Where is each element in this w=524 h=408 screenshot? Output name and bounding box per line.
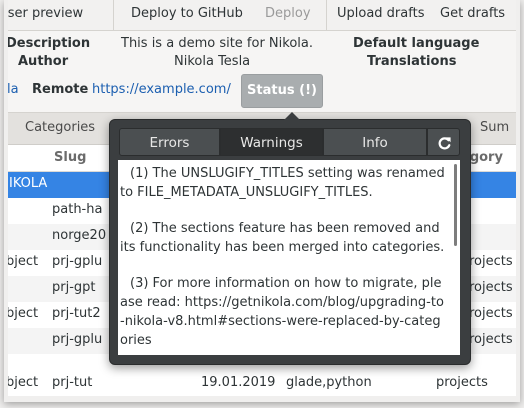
status-button[interactable]: Status (!) xyxy=(241,74,323,108)
table-row[interactable]: bject prj-tut 19.01.2019 glade,python pr… xyxy=(8,371,516,396)
row-date: 19.01.2019 xyxy=(201,375,276,390)
row-category: rojects xyxy=(469,306,513,321)
warning-message-3: (3) For more information on how to migra… xyxy=(120,276,444,348)
tab-summary[interactable]: Sum xyxy=(480,120,509,135)
row-type: bject xyxy=(8,254,39,269)
toolbar: vser preview Deploy to GitHub Deploy Upl… xyxy=(8,0,516,31)
warning-message-1: (1) The UNSLUGIFY_TITLES setting was ren… xyxy=(120,166,445,200)
column-header-slug[interactable]: Slug xyxy=(54,150,86,165)
default-language-label: Default language xyxy=(353,36,480,51)
row-slug: prj-gplu xyxy=(52,254,103,269)
row-slug: IKOLA xyxy=(9,176,48,191)
toolbar-separator xyxy=(326,0,327,30)
upload-drafts-button[interactable]: Upload drafts xyxy=(337,6,424,21)
site-link[interactable]: la xyxy=(8,82,19,97)
row-category: rojects xyxy=(469,332,513,347)
row-slug: prj-tut2 xyxy=(52,306,101,321)
row-slug: path-ha xyxy=(52,202,103,217)
status-popover: Errors Warnings Info (1) The UNSLUGIFY_T… xyxy=(109,112,471,365)
toolbar-separator xyxy=(113,0,114,30)
row-slug: norge20 xyxy=(52,228,107,243)
get-drafts-button[interactable]: Get drafts xyxy=(440,6,505,21)
row-category: rojects xyxy=(469,280,513,295)
row-category: projects xyxy=(436,375,488,390)
row-slug: prj-tut xyxy=(52,375,93,390)
remote-row: la Remote https://example.com/ Status (!… xyxy=(8,72,516,113)
warning-message-2: (2) The sections feature has been remove… xyxy=(120,221,445,255)
tab-warnings[interactable]: Warnings xyxy=(220,128,323,156)
warnings-panel: (1) The UNSLUGIFY_TITLES setting was ren… xyxy=(118,160,460,355)
app-window: vser preview Deploy to GitHub Deploy Upl… xyxy=(8,0,516,396)
refresh-button[interactable] xyxy=(427,128,460,156)
popover-arrow xyxy=(284,112,300,120)
row-slug: prj-gpt xyxy=(52,280,96,295)
row-type: bject xyxy=(8,306,39,321)
deploy-github-button[interactable]: Deploy to GitHub xyxy=(131,6,243,21)
remote-label: Remote xyxy=(32,82,89,97)
row-tags: glade,python xyxy=(286,375,372,390)
translations-label: Translations xyxy=(367,54,457,69)
scrollbar[interactable] xyxy=(454,164,457,246)
row-category: rojects xyxy=(469,254,513,269)
remote-url-link[interactable]: https://example.com/ xyxy=(92,82,231,97)
popover-tabs: Errors Warnings Info xyxy=(119,128,460,156)
description-label: Description xyxy=(8,36,91,51)
site-info: Description This is a demo site for Niko… xyxy=(8,31,516,71)
refresh-icon xyxy=(438,137,451,150)
preview-button[interactable]: vser preview xyxy=(8,6,83,21)
deploy-button[interactable]: Deploy xyxy=(265,6,311,21)
tab-errors[interactable]: Errors xyxy=(119,128,220,156)
description-value: This is a demo site for Nikola. xyxy=(121,36,313,51)
author-label: Author xyxy=(18,54,69,69)
row-type: bject xyxy=(8,375,39,390)
tab-info[interactable]: Info xyxy=(323,128,427,156)
row-slug: prj-gplu xyxy=(52,332,103,347)
author-value: Nikola Tesla xyxy=(174,54,251,69)
tab-categories[interactable]: Categories xyxy=(25,120,95,135)
